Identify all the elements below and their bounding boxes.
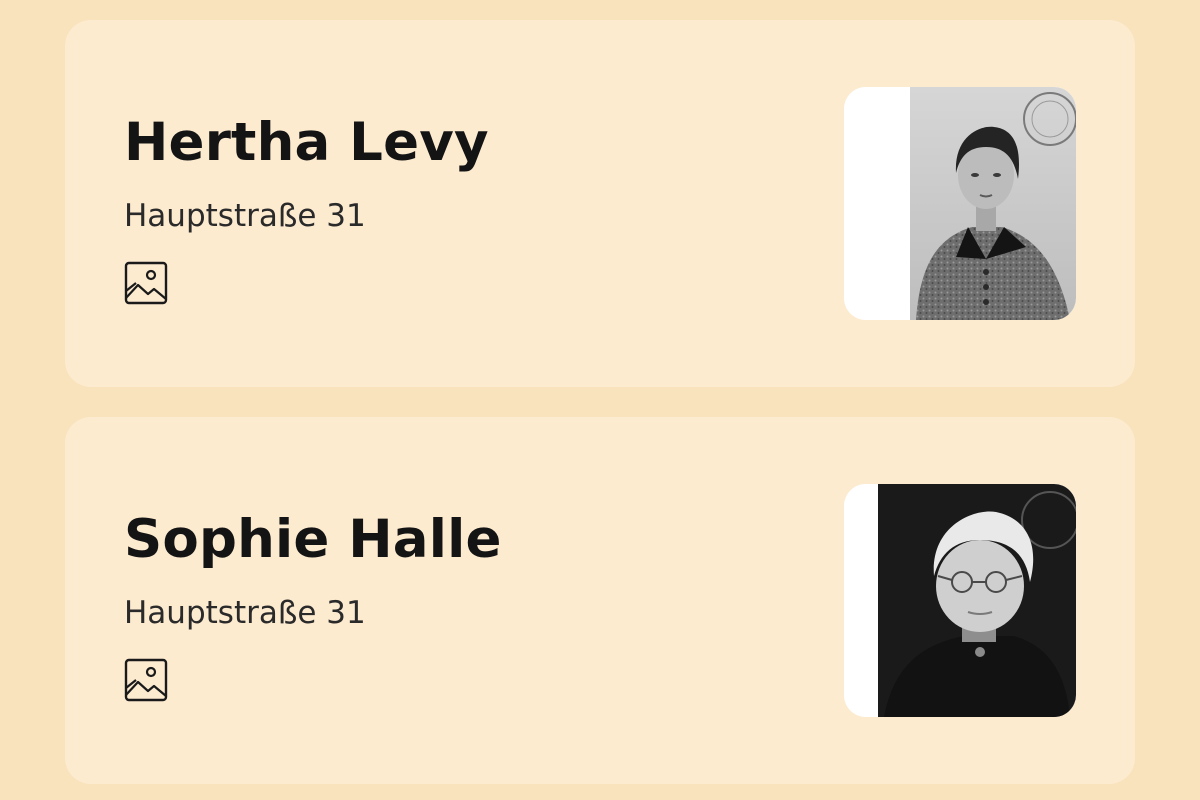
image-gallery-icon[interactable] <box>124 658 168 702</box>
person-name: Hertha Levy <box>124 112 489 173</box>
portrait-photo[interactable] <box>844 87 1076 320</box>
portrait-photo[interactable] <box>844 484 1076 717</box>
person-card[interactable]: Sophie Halle Hauptstraße 31 <box>65 417 1135 784</box>
image-gallery-icon[interactable] <box>124 261 168 305</box>
person-address: Hauptstraße 31 <box>124 198 366 234</box>
person-address: Hauptstraße 31 <box>124 595 366 631</box>
person-card[interactable]: Hertha Levy Hauptstraße 31 <box>65 20 1135 387</box>
person-name: Sophie Halle <box>124 509 502 570</box>
